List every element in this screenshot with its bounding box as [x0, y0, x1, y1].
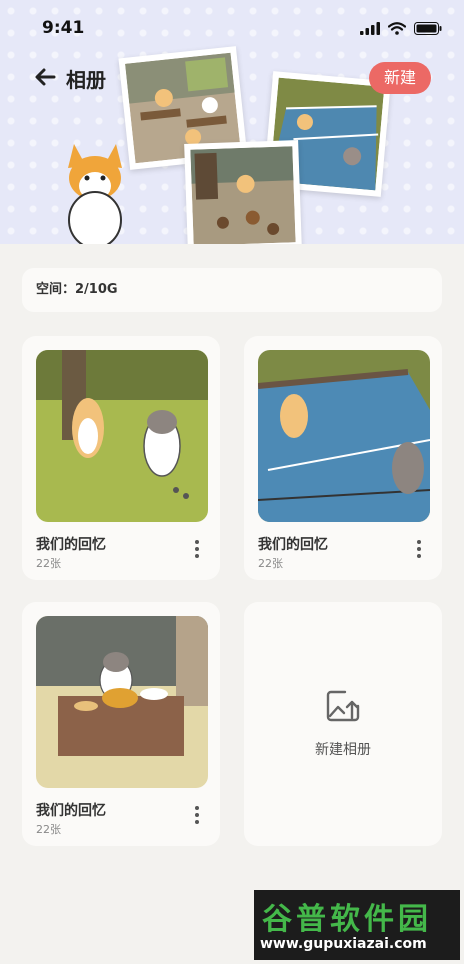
- header-banner: 9:41 相册 新建: [0, 0, 464, 244]
- watermark-title: 谷普软件园: [262, 902, 432, 937]
- album-cover-image: [258, 350, 430, 522]
- album-card[interactable]: 我们的回忆 22张: [22, 336, 220, 580]
- new-album-label: 新建相册: [315, 742, 371, 758]
- battery-icon: [414, 22, 442, 35]
- storage-value: 2/10G: [75, 282, 118, 297]
- more-options-icon[interactable]: [192, 806, 202, 828]
- back-arrow-icon[interactable]: [32, 64, 58, 90]
- more-options-icon[interactable]: [414, 540, 424, 562]
- page-title: 相册: [66, 68, 106, 92]
- album-card[interactable]: 我们的回忆 22张: [22, 602, 220, 846]
- album-title: 我们的回忆: [36, 803, 106, 819]
- album-card[interactable]: 我们的回忆 22张: [244, 336, 442, 580]
- new-button[interactable]: 新建: [369, 62, 431, 94]
- add-photo-icon: [326, 690, 360, 722]
- watermark-url: www.gupuxiazai.com: [260, 936, 427, 952]
- storage-label: 空间：: [36, 282, 76, 297]
- corgi-mascot-illustration: [68, 144, 122, 244]
- banner-photo-room: [184, 140, 302, 244]
- status-time: 9:41: [42, 18, 85, 38]
- storage-indicator: 空间：2/10G: [22, 268, 442, 312]
- album-photo-count: 22张: [36, 823, 61, 836]
- album-photo-count: 22张: [36, 557, 61, 570]
- album-title: 我们的回忆: [258, 537, 328, 553]
- signal-icon: [360, 22, 380, 35]
- watermark: 谷普软件园 www.gupuxiazai.com: [254, 890, 460, 960]
- new-album-card[interactable]: 新建相册: [244, 602, 442, 846]
- album-cover-image: [36, 350, 208, 522]
- status-bar: 9:41: [0, 14, 464, 46]
- album-photo-count: 22张: [258, 557, 283, 570]
- more-options-icon[interactable]: [192, 540, 202, 562]
- album-title: 我们的回忆: [36, 537, 106, 553]
- album-cover-image: [36, 616, 208, 788]
- wifi-icon: [388, 22, 406, 35]
